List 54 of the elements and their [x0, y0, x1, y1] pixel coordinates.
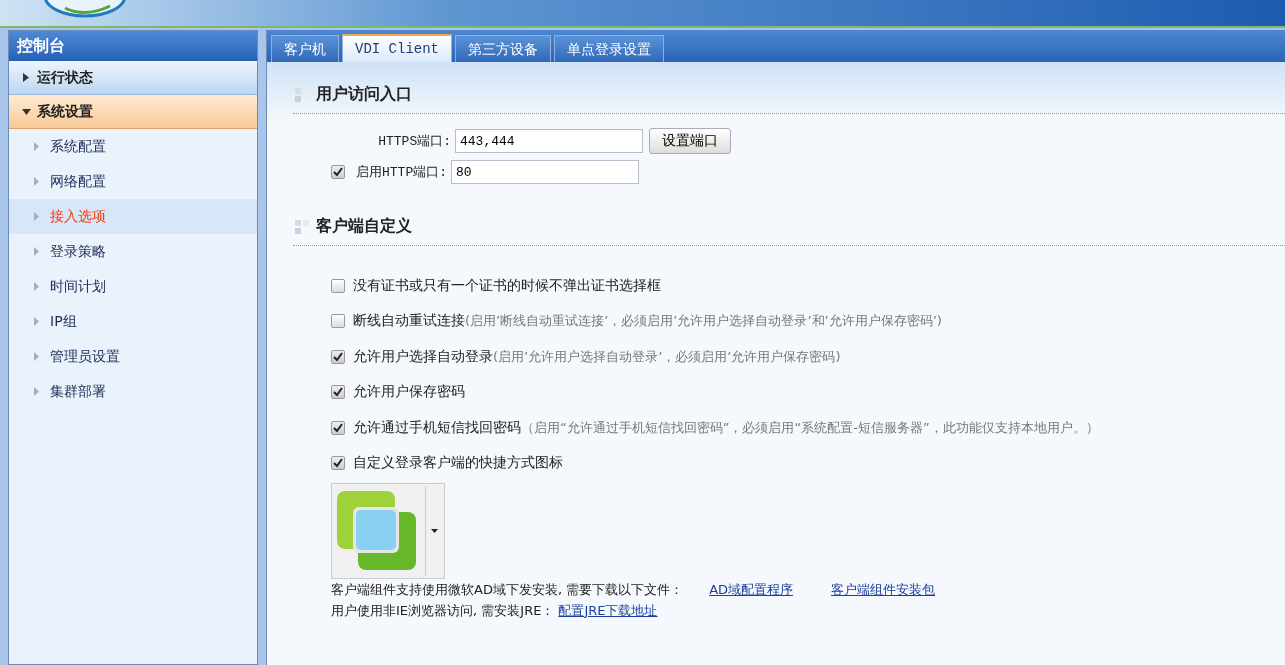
- chevron-icon: [34, 387, 39, 396]
- sidebar-item[interactable]: 网络配置: [9, 164, 257, 199]
- sidebar-item[interactable]: 集群部署: [9, 374, 257, 409]
- checkbox[interactable]: [331, 420, 345, 435]
- field-label: 启用HTTP端口:: [355, 164, 447, 181]
- checkbox[interactable]: [331, 385, 345, 400]
- sidebar-title: 控制台: [9, 31, 257, 61]
- option-label: 允许用户保存密码: [353, 383, 465, 402]
- download-link[interactable]: 客户端组件安装包: [831, 580, 936, 599]
- checkbox[interactable]: [331, 165, 345, 179]
- chevron-icon: [34, 317, 39, 326]
- chevron-icon: [34, 282, 39, 291]
- option-hint: (启用’允许用户选择自动登录’，必须启用’允许用户保存密码): [493, 347, 841, 366]
- tab[interactable]: 客户机: [271, 35, 339, 62]
- input-field[interactable]: 80: [451, 160, 639, 184]
- info-text: 客户端组件支持使用微软AD域下发安装, 需要下载以下文件：: [331, 580, 684, 599]
- checkbox[interactable]: [331, 278, 345, 293]
- tab[interactable]: 第三方设备: [455, 35, 551, 62]
- sidebar-group[interactable]: 系统设置: [9, 95, 257, 129]
- option-hint: （启用“允许通过手机短信找回密码”，必须启用“系统配置-短信服务器”，此功能仅支持本地用户。）: [521, 418, 1099, 437]
- option-label: 允许用户选择自动登录: [353, 347, 493, 366]
- expanded-caret-icon: [21, 108, 31, 115]
- sidebar-item[interactable]: 系统配置: [9, 129, 257, 164]
- set-port-button[interactable]: 设置端口: [649, 128, 731, 154]
- chevron-icon: [34, 212, 39, 221]
- collapsed-caret-icon: [23, 73, 29, 82]
- option-label: 断线自动重试连接: [353, 312, 465, 331]
- checkbox[interactable]: [331, 349, 345, 364]
- chevron-icon: [34, 247, 39, 256]
- sidebar-item[interactable]: 管理员设置: [9, 339, 257, 374]
- section-bullet-icon: [295, 87, 309, 102]
- download-link[interactable]: 配置JRE下载地址: [558, 601, 658, 620]
- chevron-icon: [34, 142, 39, 151]
- option-label: 允许通过手机短信找回密码: [353, 418, 521, 437]
- section-title: 客户端自定义: [316, 216, 412, 237]
- option-hint: (启用’断线自动重试连接’，必须启用’允许用户选择自动登录’和’允许用户保存密码’): [465, 312, 942, 331]
- option-label: 没有证书或只有一个证书的时候不弹出证书选择框: [353, 276, 661, 295]
- chevron-icon: [34, 177, 39, 186]
- sidebar-item[interactable]: 登录策略: [9, 234, 257, 269]
- section-title: 用户访问入口: [316, 84, 412, 105]
- info-text: 用户使用非IE浏览器访问, 需安装JRE：: [331, 601, 555, 620]
- chevron-icon: [34, 352, 39, 361]
- tab[interactable]: 单点登录设置: [554, 35, 664, 62]
- section-bullet-icon: [295, 219, 309, 234]
- option-label: 自定义登录客户端的快捷方式图标: [353, 454, 563, 473]
- dropdown-caret-icon: [431, 529, 438, 533]
- tab[interactable]: VDI Client: [342, 34, 452, 62]
- sidebar-item[interactable]: IP组: [9, 304, 257, 339]
- field-label: HTTPS端口:: [377, 133, 451, 150]
- checkbox[interactable]: [331, 456, 345, 471]
- checkbox[interactable]: [331, 314, 345, 329]
- sidebar-item[interactable]: 时间计划: [9, 269, 257, 304]
- input-field[interactable]: 443,444: [455, 129, 643, 153]
- download-link[interactable]: AD域配置程序: [709, 580, 794, 599]
